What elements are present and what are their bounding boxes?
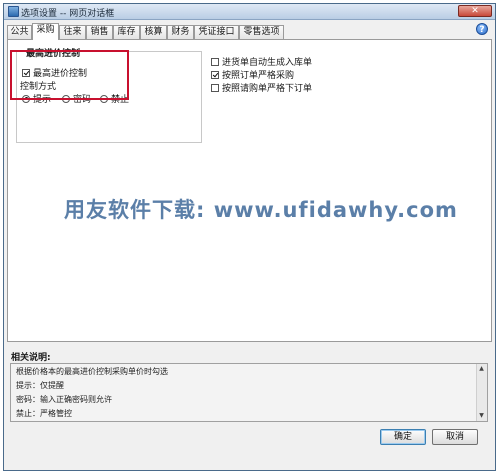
tab-common[interactable]: 公共 — [7, 25, 32, 39]
mode-option-prompt[interactable]: 提示 — [22, 92, 51, 105]
tab-accounting[interactable]: 核算 — [140, 25, 167, 39]
tab-inventory[interactable]: 库存 — [113, 25, 140, 39]
tab-transactions[interactable]: 往来 — [59, 25, 86, 39]
window-icon — [8, 6, 19, 17]
forbid-label: 禁止 — [111, 95, 130, 105]
auto-generate-receipt-option[interactable]: 进货单自动生成入库单 — [211, 55, 312, 68]
auto-generate-receipt-checkbox[interactable] — [211, 57, 219, 66]
description-line: 密码：输入正确密码则允许 — [16, 395, 112, 404]
forbid-radio[interactable] — [100, 94, 108, 103]
description-heading: 相关说明: — [11, 353, 51, 363]
strict-requisition-order-option[interactable]: 按照请购单严格下订单 — [211, 81, 312, 94]
strict-requisition-order-label: 按照请购单严格下订单 — [222, 84, 313, 94]
scroll-up-arrow-icon[interactable]: ▲ — [478, 365, 485, 373]
strict-order-purchase-checkbox[interactable] — [211, 70, 219, 79]
description-box: 根据价格本的最高进价控制采购单价时勾选 提示：仅提醒 密码：输入正确密码则允许 … — [10, 363, 488, 422]
window-title: 选项设置 -- 网页对话框 — [21, 9, 115, 19]
help-icon[interactable]: ? — [476, 23, 488, 35]
tab-finance[interactable]: 财务 — [167, 25, 194, 39]
tab-purchase[interactable]: 采购 — [32, 23, 59, 40]
max-price-control-group: 最高进价控制 最高进价控制 控制方式 提示 密码 禁止 — [16, 46, 202, 143]
description-scrollbar[interactable]: ▲ ▼ — [476, 364, 487, 421]
tab-sales[interactable]: 销售 — [86, 25, 113, 39]
strict-order-purchase-label: 按照订单严格采购 — [222, 71, 295, 81]
strict-order-purchase-option[interactable]: 按照订单严格采购 — [211, 68, 294, 81]
description-line: 禁止：严格管控 — [16, 409, 72, 418]
tab-retail-options[interactable]: 零售选项 — [239, 25, 284, 39]
watermark-text: 用友软件下载: www.ufidawhy.com — [64, 198, 458, 222]
prompt-radio[interactable] — [22, 94, 30, 103]
auto-generate-receipt-label: 进货单自动生成入库单 — [222, 58, 313, 68]
password-label: 密码 — [73, 95, 92, 105]
close-button[interactable]: ✕ — [458, 5, 492, 17]
max-price-control-checkbox[interactable] — [22, 68, 30, 77]
group-title: 最高进价控制 — [24, 46, 83, 59]
prompt-label: 提示 — [33, 95, 52, 105]
description-line: 根据价格本的最高进价控制采购单价时勾选 — [16, 367, 168, 376]
strict-requisition-order-checkbox[interactable] — [211, 83, 219, 92]
max-price-control-option[interactable]: 最高进价控制 — [22, 66, 87, 79]
options-dialog: 选项设置 -- 网页对话框 ✕ 公共 采购 往来 销售 库存 核算 财务 凭证接… — [3, 3, 496, 471]
scroll-down-arrow-icon[interactable]: ▼ — [478, 412, 485, 420]
control-mode-label: 控制方式 — [20, 82, 57, 92]
ok-button[interactable]: 确定 — [380, 429, 426, 445]
purchase-settings-panel: 最高进价控制 最高进价控制 控制方式 提示 密码 禁止 进货单自动生成入库单 按… — [7, 39, 492, 342]
cancel-button[interactable]: 取消 — [432, 429, 478, 445]
description-line: 提示：仅提醒 — [16, 381, 64, 390]
mode-option-password[interactable]: 密码 — [62, 92, 91, 105]
tab-voucher-interface[interactable]: 凭证接口 — [194, 25, 239, 39]
mode-option-forbid[interactable]: 禁止 — [100, 92, 129, 105]
title-bar[interactable]: 选项设置 -- 网页对话框 ✕ — [4, 4, 495, 20]
max-price-control-label: 最高进价控制 — [33, 69, 88, 79]
tab-bar: 公共 采购 往来 销售 库存 核算 财务 凭证接口 零售选项 — [7, 23, 465, 40]
password-radio[interactable] — [62, 94, 70, 103]
